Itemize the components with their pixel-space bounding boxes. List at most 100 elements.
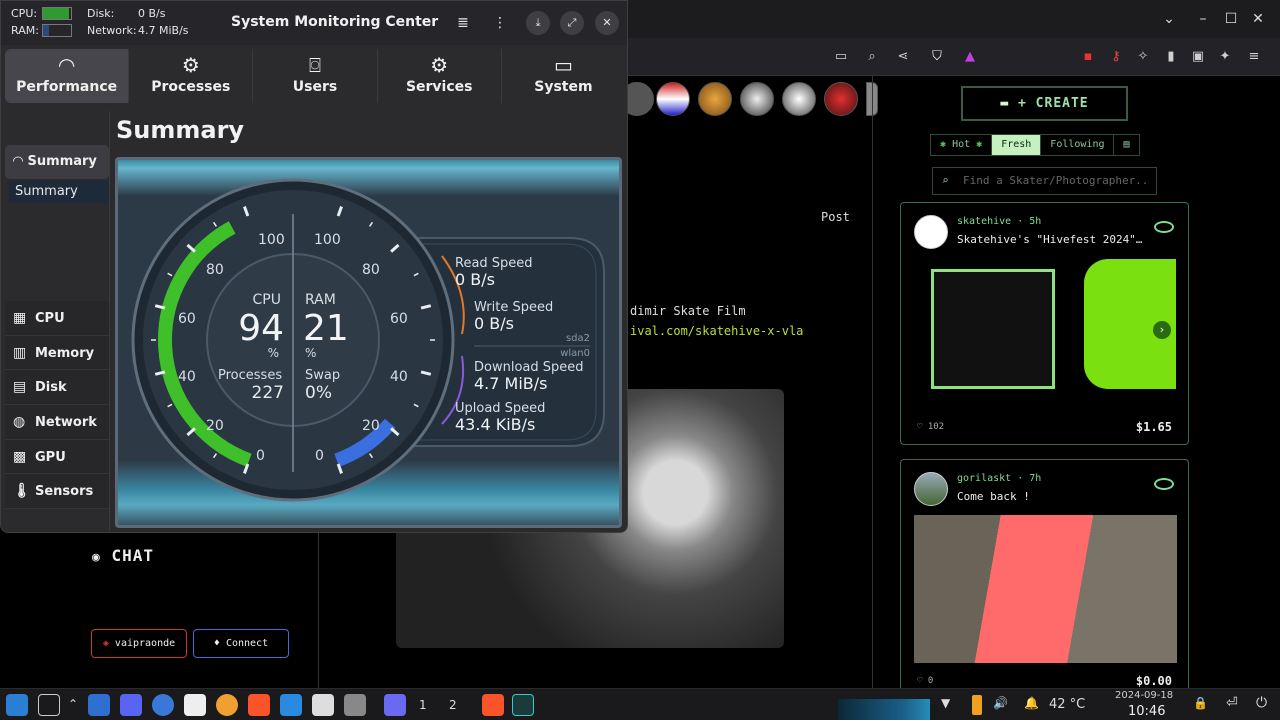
close-icon[interactable]: ✕ xyxy=(595,11,619,35)
avatar[interactable] xyxy=(914,215,948,249)
workspace-1[interactable]: 1 xyxy=(419,698,427,712)
sidebar-subitem-summary[interactable]: Summary xyxy=(9,181,109,203)
post-button[interactable]: Post xyxy=(821,210,850,224)
wifi-icon[interactable]: ▼ xyxy=(941,696,950,710)
tab-services[interactable]: ⚙ Services xyxy=(378,49,502,103)
upload-speed-value: 43.4 KiB/s xyxy=(455,415,535,434)
calculator-icon[interactable] xyxy=(344,694,366,716)
likes-count: 102 xyxy=(927,422,945,432)
rewards-icon[interactable]: ▲ xyxy=(960,47,980,67)
create-button[interactable]: ▬ + CREATE xyxy=(961,86,1128,121)
text-editor-icon[interactable] xyxy=(184,694,206,716)
zoom-icon[interactable]: ⌕ xyxy=(862,47,882,67)
window-header[interactable]: CPU: RAM: Disk: 0 B/s Network: 4.7 MiB/s… xyxy=(1,1,627,45)
bell-icon[interactable]: 🔔 xyxy=(1024,696,1039,710)
volume-icon[interactable]: 🔊 xyxy=(993,696,1008,710)
card-title[interactable]: Come back ! xyxy=(957,490,1030,503)
download-icon[interactable]: ⤓ xyxy=(526,11,550,35)
sidebar-item-disk[interactable]: ▤ Disk xyxy=(5,370,109,406)
page-title: Summary xyxy=(116,116,245,144)
card-author[interactable]: gorilaskt · 7h xyxy=(957,473,1041,484)
avatar[interactable] xyxy=(656,82,690,116)
terminal-icon[interactable] xyxy=(38,694,60,716)
workspace-2[interactable]: 2 xyxy=(449,698,457,712)
tab-users[interactable]: ⌼ Users xyxy=(253,49,378,103)
chat-link[interactable]: ◉ CHAT xyxy=(92,546,154,565)
clock-time[interactable]: 10:46 xyxy=(1128,704,1165,719)
chevron-down-icon[interactable]: ⌄ xyxy=(1158,8,1180,30)
file-manager-icon[interactable] xyxy=(312,694,334,716)
brave-icon[interactable] xyxy=(482,694,504,716)
key-icon[interactable]: ⚷ xyxy=(1106,47,1126,67)
avatar[interactable] xyxy=(782,82,816,116)
user-button[interactable]: ◈ vaipraonde xyxy=(91,629,187,658)
skater-search-input[interactable]: ⌕ Find a Skater/Photographer.. xyxy=(932,167,1157,195)
tab-fresh[interactable]: Fresh xyxy=(992,135,1042,155)
maximize-icon[interactable]: ⤢ xyxy=(560,11,584,35)
avatar[interactable] xyxy=(824,82,858,116)
tab-hot[interactable]: ✱ Hot ✱ xyxy=(931,135,993,155)
chevron-up-icon[interactable]: ⌃ xyxy=(68,697,78,711)
card-author[interactable]: skatehive · 5h xyxy=(957,216,1041,227)
tab-processes[interactable]: ⚙ Processes xyxy=(129,49,254,103)
power-icon[interactable]: ⏻ xyxy=(1256,695,1267,711)
close-icon[interactable]: ✕ xyxy=(1247,8,1269,30)
battery-icon[interactable] xyxy=(972,695,982,715)
avatar[interactable] xyxy=(740,82,774,116)
sidebar-item-memory[interactable]: ▥ Memory xyxy=(5,335,109,371)
sidebar-item-gpu[interactable]: ▩ GPU xyxy=(5,439,109,475)
sidebar-list: ▦ CPU ▥ Memory ▤ Disk ◍ Network ▩ GPU 🌡 Sensor… xyxy=(5,301,109,510)
card-title[interactable]: Skatehive's "Hivefest 2024"… xyxy=(957,233,1142,246)
user-button-label: vaipraonde xyxy=(114,638,176,649)
sidebar-item-summary[interactable]: ◠ Summary xyxy=(5,145,109,179)
temperature-readout: 42 °C xyxy=(1049,697,1086,712)
connect-button[interactable]: ♦ Connect xyxy=(193,629,289,658)
sidebar-item-cpu[interactable]: ▦ CPU xyxy=(5,301,109,336)
leo-icon[interactable]: ✦ xyxy=(1215,47,1235,67)
app-icon[interactable] xyxy=(152,694,174,716)
system-monitor-icon[interactable] xyxy=(512,694,534,716)
eye-icon[interactable] xyxy=(1154,221,1174,233)
app-launcher-icon[interactable] xyxy=(6,694,28,716)
vscode-icon[interactable] xyxy=(280,694,302,716)
menu-icon[interactable]: ≡ xyxy=(1244,47,1264,67)
feed-card[interactable]: gorilaskt · 7h Come back ! ♡ 0 $0.00 xyxy=(900,459,1189,688)
post-link[interactable]: ival.com/skatehive-x-vla xyxy=(630,324,803,338)
avatar[interactable] xyxy=(698,82,732,116)
card-likes[interactable]: ♡ 102 xyxy=(917,422,944,432)
clock-date[interactable]: 2024-09-18 xyxy=(1115,690,1173,701)
sidebar-item-sensors[interactable]: 🌡 Sensors xyxy=(5,474,109,510)
eye-icon[interactable] xyxy=(1154,478,1174,490)
cast-icon[interactable]: ▭ xyxy=(831,47,851,67)
app-icon[interactable] xyxy=(216,694,238,716)
hot-icon: ✱ xyxy=(940,139,947,150)
feed-card[interactable]: skatehive · 5h Skatehive's "Hivefest 202… xyxy=(900,202,1189,445)
app-icon[interactable] xyxy=(384,694,406,716)
app-icon[interactable] xyxy=(88,694,110,716)
share-icon[interactable]: ⋖ xyxy=(893,47,913,67)
brave-icon[interactable] xyxy=(248,694,270,716)
tab-performance[interactable]: ◠ Performance xyxy=(5,49,130,103)
tick-label: 80 xyxy=(362,262,380,278)
avatar[interactable] xyxy=(914,472,948,506)
tab-system[interactable]: ▭ System xyxy=(502,49,625,103)
list-icon[interactable]: ▤ xyxy=(1114,135,1138,155)
discord-icon[interactable] xyxy=(120,694,142,716)
minimize-icon[interactable]: – xyxy=(1192,8,1214,30)
sidebar-icon[interactable]: ▮ xyxy=(1161,47,1181,67)
brave-shield-icon[interactable]: ⛉ xyxy=(927,47,947,67)
tab-following[interactable]: Following xyxy=(1041,135,1115,155)
wallet-icon[interactable]: ▣ xyxy=(1188,47,1208,67)
card-likes[interactable]: ♡ 0 xyxy=(917,676,933,686)
extension-red-icon[interactable]: ▪ xyxy=(1078,47,1098,67)
extensions-icon[interactable]: ✧ xyxy=(1133,47,1153,67)
lock-icon[interactable]: 🔒 xyxy=(1193,696,1208,710)
chevron-right-icon[interactable]: › xyxy=(1153,321,1171,339)
maximize-icon[interactable]: ☐ xyxy=(1220,8,1242,30)
logout-icon[interactable]: ⏎ xyxy=(1226,695,1238,711)
hamburger-menu-icon[interactable]: ≣ xyxy=(451,11,475,35)
tab-processes-label: Processes xyxy=(151,79,231,95)
sidebar-item-label: GPU xyxy=(35,449,66,465)
sidebar-item-network[interactable]: ◍ Network xyxy=(5,405,109,440)
kebab-menu-icon[interactable]: ⋮ xyxy=(488,11,512,35)
